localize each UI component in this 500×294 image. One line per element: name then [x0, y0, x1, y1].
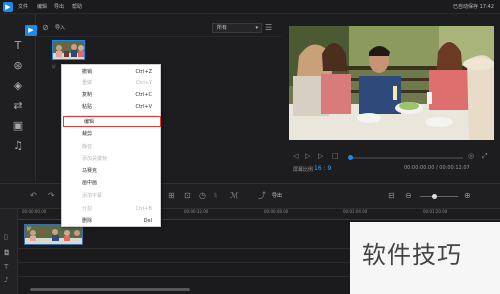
menu-item-pip[interactable]: 画中画 [62, 178, 160, 189]
ruler-label: 00:00:48.00 [264, 209, 289, 214]
ruler-label: 00:00:32.00 [184, 209, 209, 214]
snapshot-icon[interactable]: ◎ [468, 151, 474, 161]
stop-icon[interactable]: □ [332, 151, 339, 161]
music-track-icon: ♪ [4, 276, 9, 284]
play-icon[interactable]: ▷ [305, 151, 310, 161]
media-icon[interactable]: ▶ [25, 25, 37, 36]
transitions-icon[interactable]: ⇄ [9, 98, 27, 114]
menu-file[interactable]: 文件 [18, 1, 28, 13]
playback-progress[interactable] [348, 157, 463, 159]
media-filter-select[interactable]: 所有 ▾ [212, 23, 262, 33]
voiceover-icon[interactable]: ♮ [214, 191, 217, 201]
media-filter-value: 所有 [217, 25, 228, 31]
menu-item-add-subtitle[interactable]: 添加字幕 [62, 191, 160, 202]
menu-export[interactable]: 导出 [54, 1, 64, 13]
ruler-label: 00:01:04.00 [343, 209, 368, 214]
menu-item-copy[interactable]: 复制 Ctrl+C [62, 90, 160, 101]
mosaic-icon[interactable]: ⊞ [168, 191, 175, 201]
import-button[interactable]: 导入 [55, 22, 65, 34]
media-divider [37, 36, 281, 37]
elements-icon[interactable]: ▣ [9, 118, 27, 134]
menu-item-edit[interactable]: 编辑 [63, 116, 161, 127]
video-preview [289, 26, 494, 140]
menu-item-crop[interactable]: 裁剪 [62, 129, 160, 140]
ruler-label: 00:01:20.00 [423, 209, 448, 214]
overlay-icon[interactable]: ◈ [9, 78, 27, 94]
video-track-icon: ▯ [4, 233, 8, 241]
text-icon[interactable]: T [9, 38, 27, 54]
crop-icon[interactable]: ⊡ [184, 191, 191, 201]
next-frame-icon[interactable]: ▷ [318, 151, 323, 161]
export-icon[interactable]: ⤴ [258, 191, 266, 201]
menu-item-mute[interactable]: 静音 [62, 142, 160, 153]
menu-item-mosaic[interactable]: 马赛克 [62, 166, 160, 177]
aspect-ratio-value[interactable]: 16 : 9 [314, 165, 331, 172]
fit-timeline-icon[interactable]: ⊟ [388, 191, 395, 201]
app-logo-icon: ▶ [3, 2, 13, 12]
undo-icon[interactable]: ↶ [30, 191, 37, 201]
media-clip-name: 好 [52, 64, 56, 69]
aspect-ratio-label: 屏幕比例 [293, 167, 314, 173]
media-header: ⊘ 导入 所有 ▾ ☰ [37, 20, 281, 36]
track-header-column: ▯ ◘ T ♪ [0, 209, 18, 294]
redo-icon[interactable]: ↷ [48, 191, 55, 201]
zoom-slider[interactable] [420, 196, 458, 197]
menu-help[interactable]: 帮助 [72, 1, 82, 13]
timeline-video-clip[interactable]: 好 [24, 224, 83, 245]
text-to-speech-icon[interactable]: ℳ [230, 191, 239, 201]
menu-item-redo[interactable]: 重做 Ctrl+Y [62, 78, 160, 89]
menu-item-delete[interactable]: 删除 Del [62, 216, 160, 227]
music-icon[interactable]: ♫ [9, 138, 27, 154]
watermark-text: 软件技巧 [362, 241, 462, 269]
import-icon[interactable]: ⊘ [42, 23, 49, 33]
playback-handle[interactable] [348, 155, 353, 160]
list-view-icon[interactable]: ☰ [265, 23, 272, 33]
duration-icon[interactable]: ◷ [199, 191, 206, 201]
menu-edit[interactable]: 编辑 [37, 1, 47, 13]
autosave-status: 已自动保存 17:42 [453, 4, 494, 10]
menu-item-split[interactable]: 分割 Ctrl+B [62, 204, 160, 215]
zoom-slider-handle[interactable] [432, 194, 437, 199]
previous-frame-icon[interactable]: ◁ [293, 151, 298, 161]
timeline-scrollbar[interactable] [30, 288, 190, 291]
ruler-label: 00:00:00.00 [22, 209, 47, 214]
title-bar: ▶ 文件 编辑 导出 帮助 已自动保存 17:42 [0, 0, 500, 14]
filters-icon[interactable]: ⊛ [9, 58, 27, 74]
text-track-icon: T [4, 263, 9, 271]
menu-item-undo[interactable]: 撤销 Ctrl+Z [62, 67, 160, 78]
zoom-out-icon[interactable]: ⊖ [405, 191, 412, 201]
fullscreen-icon[interactable]: ⤢ [482, 151, 488, 161]
zoom-in-icon[interactable]: ⊕ [464, 191, 471, 201]
timecode: 00:00:00.00 / 00:00:12.07 [404, 165, 470, 171]
overlay-track-icon: ◘ [4, 249, 10, 257]
timeline-clip-label: 好 [27, 226, 31, 231]
chevron-down-icon: ▾ [255, 25, 258, 31]
export-button[interactable]: 导出 [272, 191, 282, 201]
watermark-overlay: 软件技巧 [350, 222, 500, 294]
context-menu: 撤销 Ctrl+Z 重做 Ctrl+Y 复制 Ctrl+C 粘贴 Ctrl+V 编辑 裁… [61, 64, 161, 227]
menu-item-add-keyframe[interactable]: 添加关键帧 [62, 154, 160, 165]
sidebar: T ⊛ ◈ ⇄ ▣ ♫ [0, 14, 36, 182]
menu-item-paste[interactable]: 粘贴 Ctrl+V [62, 102, 160, 113]
media-thumbnail[interactable] [52, 40, 85, 60]
